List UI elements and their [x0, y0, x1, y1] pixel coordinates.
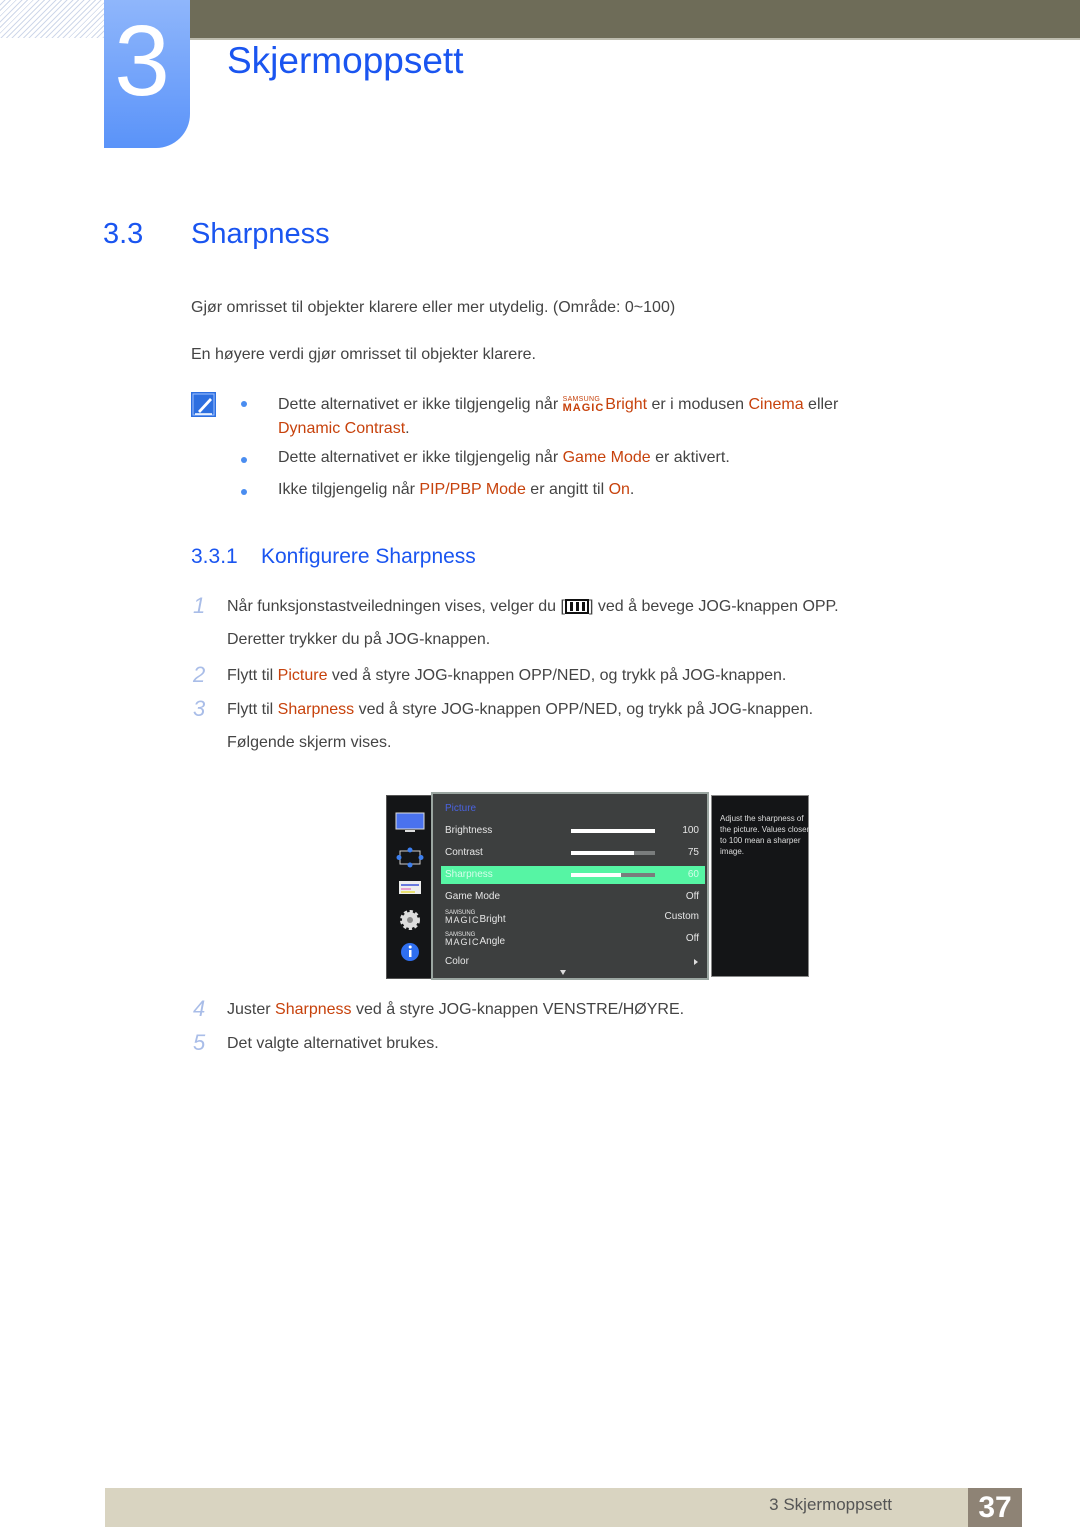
osd-row-magic-angle[interactable]: SAMSUNG MAGIC Angle Off [441, 930, 705, 948]
magic-logo: SAMSUNG MAGIC [445, 932, 480, 947]
osd-row-magic-bright[interactable]: SAMSUNG MAGIC Bright Custom [441, 908, 705, 926]
chapter-number: 3 [114, 5, 170, 117]
subsection-number: 3.3.1 [191, 545, 238, 568]
note-2: Dette alternativet er ikke tilgjengelig … [278, 449, 730, 466]
page-footer: 3 Skjermoppsett [105, 1488, 1022, 1527]
header-bar [190, 0, 1080, 38]
contrast-bar [571, 851, 655, 855]
step-1-continued: Deretter trykker du på JOG-knappen. [227, 631, 491, 648]
bar-fill [571, 873, 622, 877]
monitor-icon [395, 812, 425, 832]
section-title: Sharpness [191, 218, 330, 250]
footer-chapter-label: 3 Skjermoppsett [769, 1495, 892, 1514]
bar-fill [571, 829, 655, 833]
magic-logo: SAMSUNG MAGIC [562, 396, 605, 414]
sharpness-bar [571, 873, 655, 877]
menu-icon [564, 599, 589, 614]
osd-row-game-mode[interactable]: Game Mode Off [441, 888, 705, 906]
info-icon [401, 943, 419, 961]
step-4: Juster Sharpness ved å styre JOG-knappen… [227, 1001, 685, 1018]
step-number: 2 [193, 662, 206, 687]
bar-fill [571, 851, 634, 855]
chapter-title: Skjermoppsett [227, 40, 464, 81]
scroll-down-icon[interactable] [560, 970, 566, 975]
step-number: 1 [193, 593, 206, 618]
step-5: Det valgte alternativet brukes. [227, 1035, 439, 1052]
note-bullet [241, 457, 247, 463]
intro-paragraph-1: Gjør omrisset til objekter klarere eller… [191, 299, 676, 316]
brightness-bar [571, 829, 655, 833]
chevron-right-icon [694, 959, 698, 965]
osd-row-sharpness[interactable]: Sharpness 60 [441, 866, 705, 884]
note-pencil-icon [191, 392, 216, 417]
setup-icon [399, 881, 421, 894]
step-3: Flytt til Sharpness ved å styre JOG-knap… [227, 701, 814, 718]
gear-icon [400, 910, 420, 930]
note-bullet [241, 401, 247, 407]
note-3: Ikke tilgjengelig når PIP/PBP Mode er an… [278, 481, 635, 498]
intro-paragraph-2: En høyere verdi gjør omrisset til objekt… [191, 346, 536, 363]
step-number: 4 [193, 996, 206, 1021]
osd-menu-panel: Picture Brightness 100 Contrast 75 Sharp… [431, 792, 709, 980]
step-number: 3 [193, 696, 206, 721]
osd-row-contrast[interactable]: Contrast 75 [441, 844, 705, 862]
osd-row-color[interactable]: Color [441, 953, 705, 971]
note-bullet [241, 489, 247, 495]
page-number: 37 [968, 1488, 1022, 1527]
magic-logo: SAMSUNG MAGIC [445, 910, 480, 925]
note-1: Dette alternativet er ikke tilgjengelig … [278, 396, 839, 437]
osd-description-panel: Adjust the sharpness of the picture. Val… [711, 795, 809, 977]
section-number: 3.3 [103, 218, 144, 250]
osd-description: Adjust the sharpness of the picture. Val… [720, 814, 810, 856]
step-2: Flytt til Picture ved å styre JOG-knappe… [227, 667, 787, 684]
osd-header: Picture [445, 803, 477, 814]
step-1: Når funksjonstastveiledningen vises, vel… [227, 598, 839, 615]
step-3-continued: Følgende skjerm vises. [227, 734, 392, 751]
step-number: 5 [193, 1030, 206, 1055]
osd-sidebar [386, 795, 434, 979]
size-position-icon [396, 847, 424, 868]
osd-row-brightness[interactable]: Brightness 100 [441, 822, 705, 840]
header-hatch-decoration [0, 0, 104, 38]
subsection-title: Konfigurere Sharpness [261, 545, 476, 568]
